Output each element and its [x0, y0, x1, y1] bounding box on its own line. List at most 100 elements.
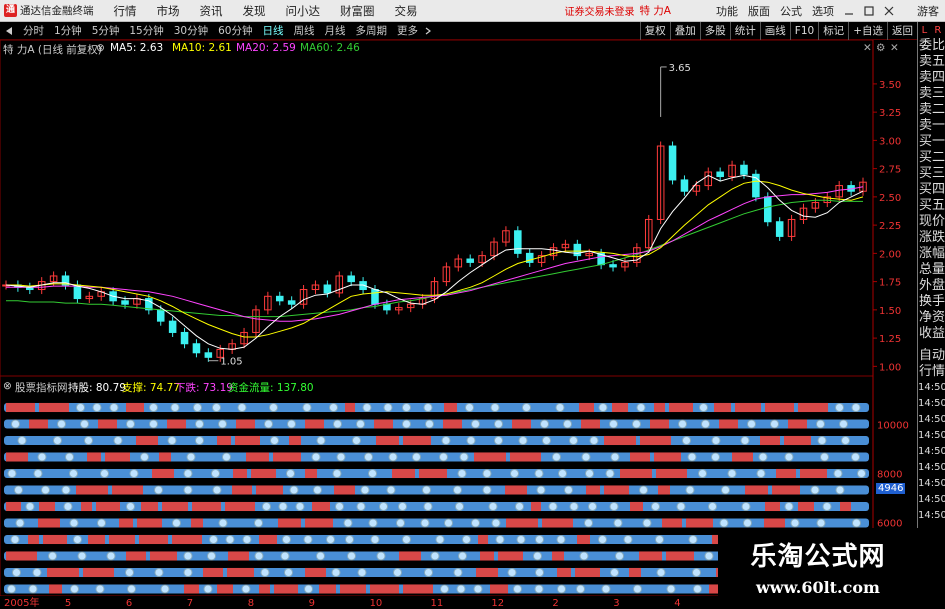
minimize-icon[interactable]: [843, 5, 855, 17]
mark-button[interactable]: 标记: [818, 21, 848, 40]
indicator-red-segment: [305, 468, 317, 479]
indicator-dot: [286, 419, 297, 429]
indicator-dot: [822, 501, 832, 512]
period-tick[interactable]: 分时: [18, 23, 49, 38]
indicator-red-segment: [765, 501, 780, 512]
holding-legend: 持股: 80.79: [68, 382, 126, 394]
highlight-value: 4946: [876, 483, 906, 494]
menu-wealth[interactable]: 财富圈: [340, 3, 375, 19]
period-15min[interactable]: 15分钟: [124, 23, 168, 38]
indicator-dot: [456, 584, 466, 594]
period-30min[interactable]: 30分钟: [169, 23, 213, 38]
indicator-dot: [183, 567, 193, 578]
indicator-dot: [740, 435, 750, 446]
indicator-red-segment: [745, 485, 768, 495]
back-button[interactable]: 返回: [887, 21, 917, 40]
indicator-red-segment: [650, 419, 669, 429]
indicator-dot: [579, 551, 589, 561]
menu-options[interactable]: 选项: [812, 3, 834, 19]
indicator-dot: [160, 584, 170, 594]
period-60min[interactable]: 60分钟: [213, 23, 257, 38]
indicator-dot: [395, 518, 406, 528]
indicator-dot: [332, 419, 343, 429]
indicator-red-segment: [800, 468, 827, 479]
close-chart-icon[interactable]: ✕: [890, 42, 899, 54]
indicator-dot: [610, 452, 620, 462]
maximize-icon[interactable]: [863, 5, 875, 17]
time-label: 9: [309, 598, 315, 609]
chevron-right-icon[interactable]: [423, 26, 433, 36]
overlay-button[interactable]: 叠加: [669, 21, 700, 40]
kline-chart[interactable]: 1.00 1.25 1.50 1.75 2.00 2.25 2.50 2.75 3.00 3.25…: [0, 40, 917, 609]
indicator-red-segment: [6, 551, 37, 561]
menu-formula[interactable]: 公式: [780, 3, 802, 19]
zoom-in-icon[interactable]: ✕: [863, 42, 872, 54]
indicator-settings-icon[interactable]: ⊗: [3, 380, 12, 392]
indicator-dot: [269, 435, 280, 446]
restore-rights-button[interactable]: 复权: [639, 21, 670, 40]
indicator-dot: [295, 501, 305, 512]
menu-layout[interactable]: 版面: [748, 3, 770, 19]
indicator-dot: [452, 485, 463, 495]
candle-body: [347, 275, 355, 283]
indicator-dot: [742, 518, 753, 528]
chart-settings-icon[interactable]: ⚙: [876, 42, 885, 54]
f10-button[interactable]: F10: [789, 21, 818, 40]
indicator-red-segment: [512, 419, 531, 429]
indicator-red-segment: [764, 518, 785, 528]
menu-function[interactable]: 功能: [716, 3, 738, 19]
period-monthly[interactable]: 月线: [320, 23, 351, 38]
indicator-red-segment: [217, 584, 233, 594]
menu-ask[interactable]: 问小达: [286, 3, 321, 19]
period-more[interactable]: 更多: [392, 23, 423, 38]
triangle-left-icon[interactable]: [3, 25, 15, 37]
indicator-dot: [466, 435, 476, 446]
menu-news[interactable]: 资讯: [200, 3, 223, 19]
indicator-dot: [368, 518, 378, 528]
add-favorite-button[interactable]: +自选: [848, 21, 887, 40]
left-badge[interactable]: L: [922, 25, 928, 36]
candle-body: [371, 289, 379, 305]
indicator-dot: [113, 435, 123, 446]
login-status[interactable]: 证券交易未登录: [564, 3, 634, 18]
period-daily[interactable]: 日线: [258, 23, 289, 38]
time-label: 3: [613, 598, 619, 609]
indicator-dot: [556, 534, 566, 545]
period-5min[interactable]: 5分钟: [87, 23, 125, 38]
right-badge[interactable]: R: [934, 25, 941, 36]
close-icon[interactable]: [883, 5, 895, 17]
multi-stock-button[interactable]: 多股: [699, 21, 730, 40]
indicator-dot: [482, 468, 492, 479]
indicator-settings-icon[interactable]: ⊗: [96, 42, 105, 54]
indicator-dot: [325, 534, 336, 545]
menu-trade[interactable]: 交易: [395, 3, 418, 19]
period-1min[interactable]: 1分钟: [49, 23, 87, 38]
indicator-dot: [557, 468, 568, 479]
quote-label: 总量: [918, 262, 945, 277]
menu-market[interactable]: 市场: [157, 3, 180, 19]
indicator-dot: [697, 468, 708, 479]
quote-labels: 委比 卖五 卖四 卖三 卖二 卖一 买一 买二 买三 买四 买五 现价 涨跌 涨幅 总量 外盘 换手 净资 收益: [918, 38, 945, 342]
indicator-dot: [423, 501, 433, 512]
statistics-button[interactable]: 统计: [729, 21, 760, 40]
indicator-red-segment: [490, 584, 508, 594]
quote-label: 卖三: [918, 86, 945, 101]
panel-tab[interactable]: 行情: [918, 364, 945, 380]
candle-body: [180, 331, 189, 345]
sub-tick-label: 10000: [877, 421, 909, 432]
period-multi[interactable]: 多周期: [351, 23, 393, 38]
panel-tab[interactable]: 自动: [918, 348, 945, 364]
period-weekly[interactable]: 周线: [289, 23, 320, 38]
menu-quotes[interactable]: 行情: [114, 3, 137, 19]
chart-area[interactable]: 1.00 1.25 1.50 1.75 2.00 2.25 2.50 2.75 3.00 3.25…: [0, 40, 917, 609]
indicator-red-segment: [305, 567, 326, 578]
menu-discover[interactable]: 发现: [243, 3, 266, 19]
indicator-dot: [614, 551, 625, 561]
draw-line-button[interactable]: 画线: [759, 21, 790, 40]
indicator-red-segment: [586, 485, 600, 495]
indicator-dot: [351, 435, 362, 446]
guest-label[interactable]: 游客: [917, 3, 939, 19]
indicator-dot: [514, 501, 525, 512]
y-tick-label: 3.50: [879, 80, 901, 91]
indicator-dot: [386, 485, 396, 495]
